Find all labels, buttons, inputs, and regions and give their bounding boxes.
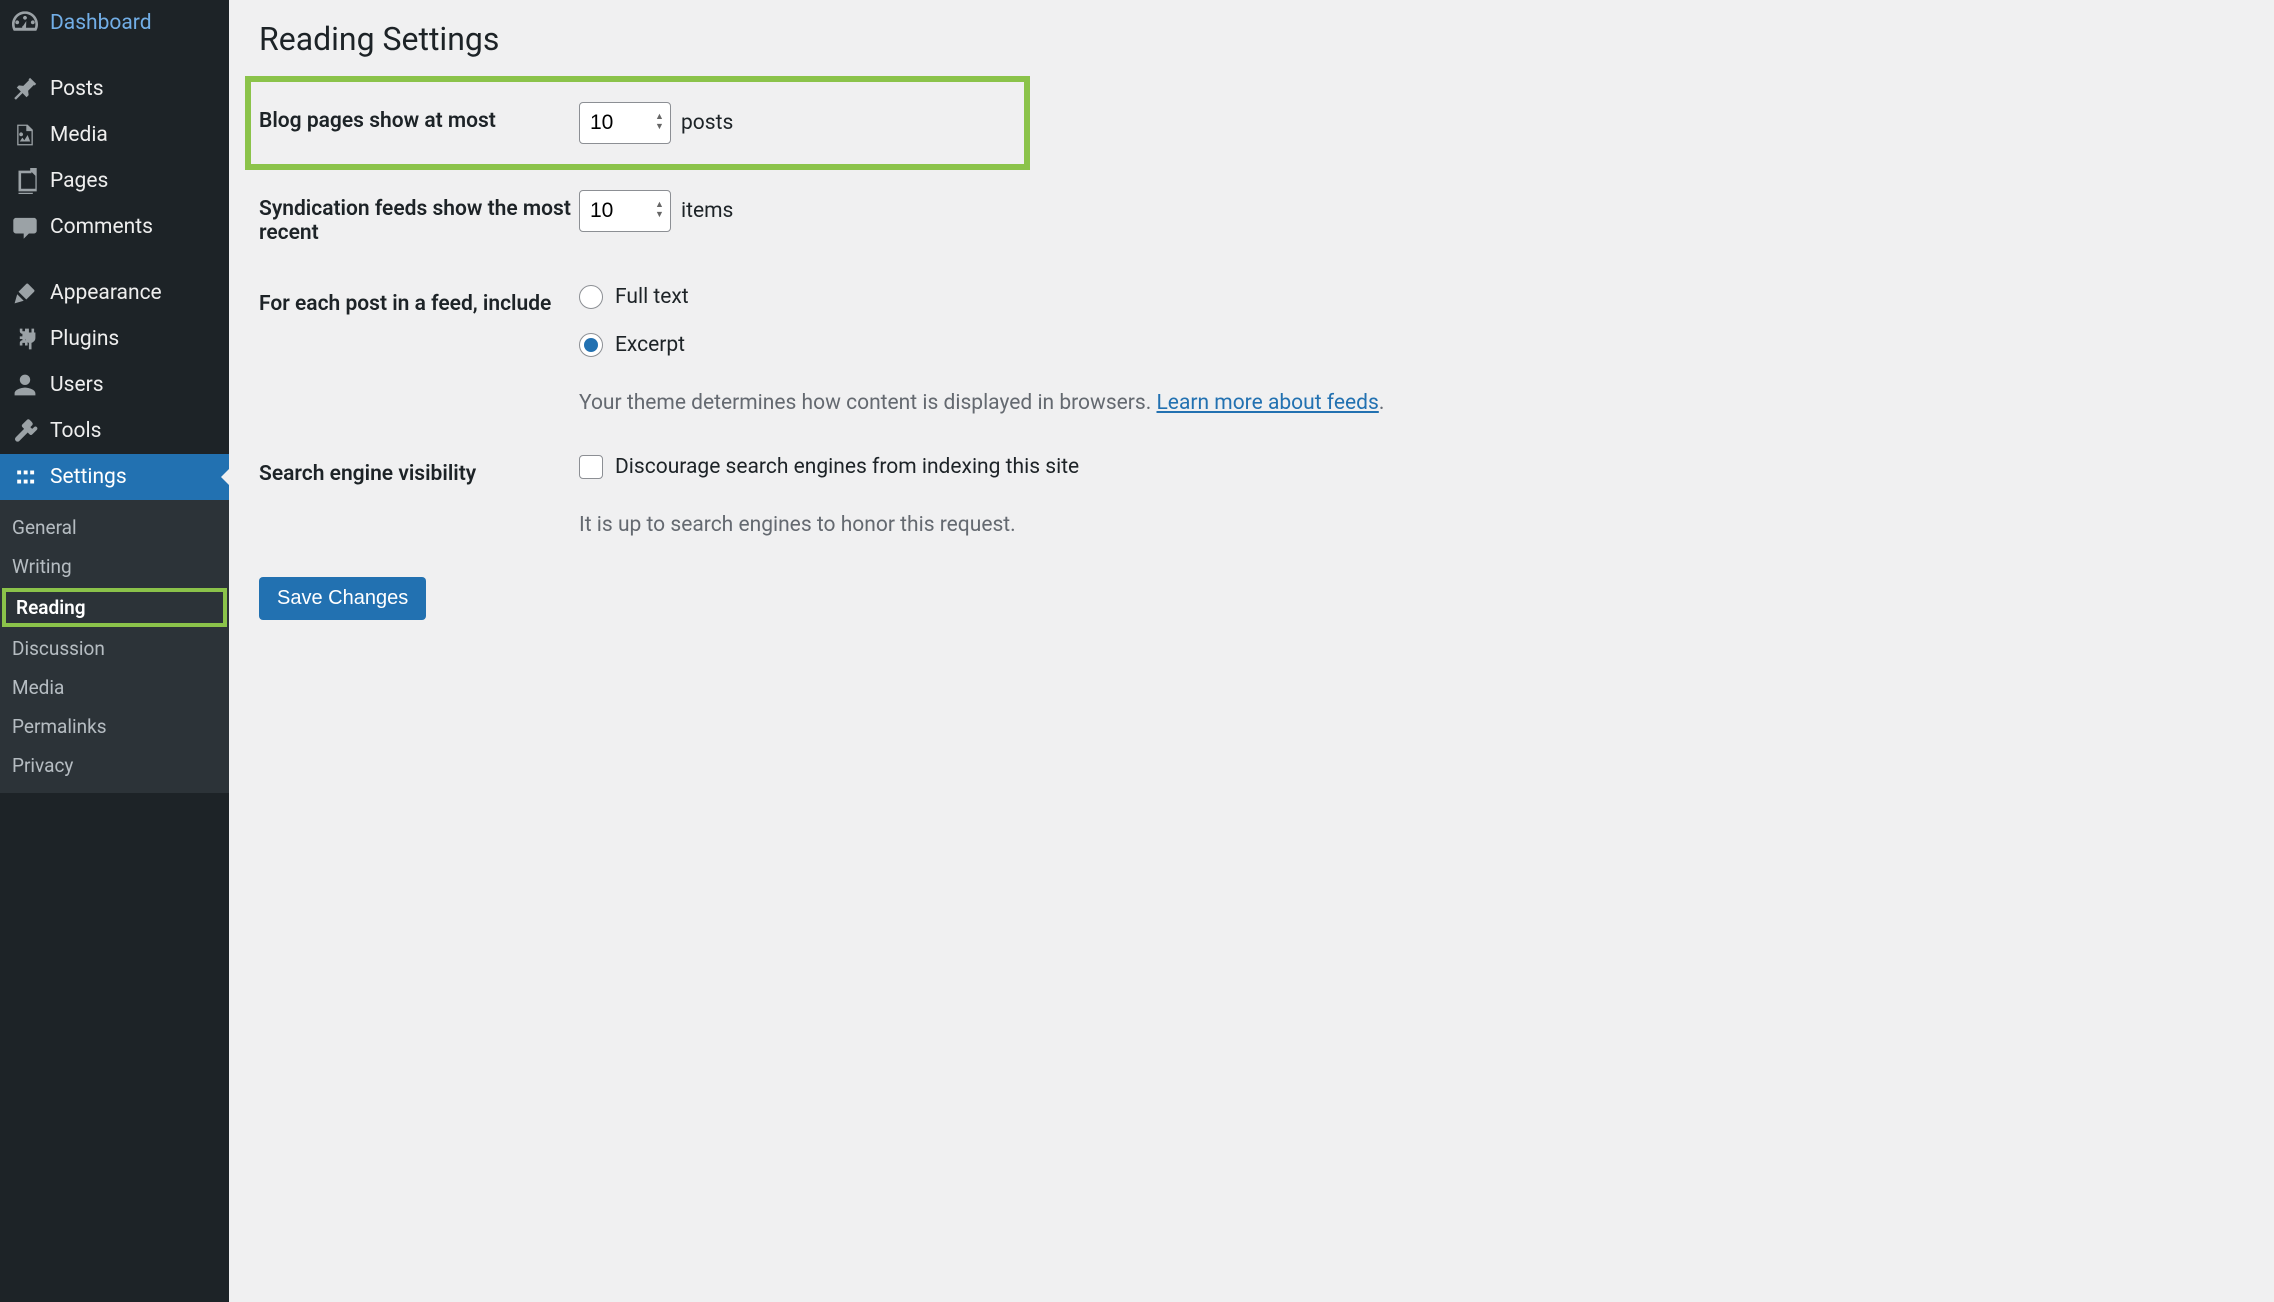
save-changes-button[interactable]: Save Changes [259,577,426,620]
menu-item-users[interactable]: Users [0,362,229,408]
menu-item-plugins[interactable]: Plugins [0,316,229,362]
menu-item-media[interactable]: Media [0,112,229,158]
unit-label: items [681,199,733,223]
menu-label: Tools [50,419,101,443]
admin-sidebar: Dashboard Posts Media Pages Comments App… [0,0,229,1302]
appearance-icon [12,280,38,306]
menu-item-tools[interactable]: Tools [0,408,229,454]
settings-submenu: General Writing Reading Discussion Media… [0,500,229,793]
comments-icon [12,214,38,240]
dashboard-icon [12,10,38,36]
radio-option-full-text: Full text [579,285,689,309]
radio-excerpt[interactable] [579,333,603,357]
menu-separator [0,46,229,66]
submenu-item-privacy[interactable]: Privacy [0,746,229,785]
menu-item-pages[interactable]: Pages [0,158,229,204]
radio-label: Full text [615,285,689,309]
radio-full-text[interactable] [579,285,603,309]
posts-per-page-wrap: ▲ ▼ [579,102,671,144]
discourage-indexing-checkbox[interactable] [579,455,603,479]
field-label: Blog pages show at most [259,102,579,133]
submenu-item-discussion[interactable]: Discussion [0,629,229,668]
submenu-item-permalinks[interactable]: Permalinks [0,707,229,746]
submenu-item-general[interactable]: General [0,508,229,547]
menu-label: Posts [50,77,104,101]
field-feed-include: For each post in a feed, include Full te… [259,265,2244,435]
field-search-visibility: Search engine visibility Discourage sear… [259,435,2244,557]
radio-label: Excerpt [615,333,685,357]
feed-description: Your theme determines how content is dis… [579,391,1384,415]
menu-item-posts[interactable]: Posts [0,66,229,112]
page-title: Reading Settings [259,20,2244,58]
menu-label: Appearance [50,281,162,305]
field-label: Syndication feeds show the most recent [259,190,579,245]
settings-icon [12,464,38,490]
menu-label: Comments [50,215,153,239]
menu-item-comments[interactable]: Comments [0,204,229,250]
submenu-item-writing[interactable]: Writing [0,547,229,586]
users-icon [12,372,38,398]
menu-label: Pages [50,169,108,193]
pin-icon [12,76,38,102]
menu-label: Plugins [50,327,119,351]
radio-option-excerpt: Excerpt [579,333,685,357]
menu-label: Dashboard [50,11,152,35]
submenu-item-reading[interactable]: Reading [2,588,227,627]
field-blog-pages: Blog pages show at most ▲ ▼ posts [245,76,1030,170]
checkbox-option-discourage: Discourage search engines from indexing … [579,455,1079,479]
settings-form: Blog pages show at most ▲ ▼ posts Syndic… [259,76,2244,620]
checkbox-label: Discourage search engines from indexing … [615,455,1079,479]
menu-item-settings[interactable]: Settings [0,454,229,500]
menu-separator [0,250,229,270]
menu-label: Media [50,123,108,147]
stepper-down-icon[interactable]: ▼ [655,123,667,133]
pages-icon [12,168,38,194]
field-label: For each post in a feed, include [259,285,579,316]
plugins-icon [12,326,38,352]
menu-label: Users [50,373,104,397]
tools-icon [12,418,38,444]
submenu-item-media[interactable]: Media [0,668,229,707]
desc-period: . [1379,391,1385,415]
field-syndication-feeds: Syndication feeds show the most recent ▲… [259,170,2244,265]
menu-label: Settings [50,465,127,489]
feed-items-wrap: ▲ ▼ [579,190,671,232]
stepper-down-icon[interactable]: ▼ [655,211,667,221]
learn-more-feeds-link[interactable]: Learn more about feeds [1157,391,1379,415]
media-icon [12,122,38,148]
desc-text: Your theme determines how content is dis… [579,391,1157,415]
menu-item-appearance[interactable]: Appearance [0,270,229,316]
field-label: Search engine visibility [259,455,579,486]
menu-item-dashboard[interactable]: Dashboard [0,0,229,46]
content-area: Reading Settings Blog pages show at most… [229,0,2274,1302]
unit-label: posts [681,111,733,135]
search-description: It is up to search engines to honor this… [579,513,1016,537]
